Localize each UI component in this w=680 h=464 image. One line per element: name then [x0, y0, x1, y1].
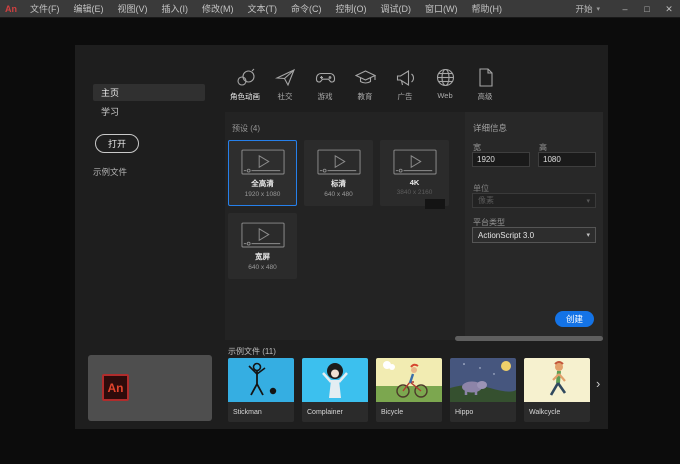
hippo-thumbnail — [450, 358, 516, 402]
animate-start-screen: An 文件(F) 编辑(E) 视图(V) 插入(I) 修改(M) 文本(T) 命… — [0, 0, 680, 464]
create-button[interactable]: 创建 — [554, 310, 594, 327]
cursor-shadow — [425, 199, 445, 209]
open-button[interactable]: 打开 — [95, 134, 139, 153]
caret-down-icon[interactable]: ▾ — [596, 5, 600, 13]
sample-card-hippo[interactable]: Hippo — [450, 358, 516, 422]
sidebar-item-home[interactable]: 主页 — [93, 84, 205, 101]
preset-dimensions: 640 x 480 — [248, 264, 277, 271]
tab-character-animation[interactable]: 角色动画 — [225, 67, 265, 120]
sidebar-sample-files-link[interactable]: 示例文件 — [93, 166, 127, 178]
tab-label: 角色动画 — [230, 92, 260, 101]
preset-card-4k[interactable]: 4K 3840 x 2160 — [380, 140, 449, 209]
tab-games[interactable]: 游戏 — [305, 67, 345, 115]
globe-icon — [436, 68, 454, 87]
video-preset-icon — [392, 149, 437, 175]
tab-label: 游戏 — [317, 92, 333, 101]
sample-card-complainer[interactable]: Complainer — [302, 358, 368, 422]
presets-section: 预设 (4) 全高清 1920 x 1080 标清 640 x 480 4K 3… — [225, 112, 465, 340]
tab-advertising[interactable]: 广告 — [385, 67, 425, 115]
menu-window[interactable]: 窗口(W) — [418, 0, 465, 18]
maximize-button[interactable]: □ — [636, 0, 658, 18]
tab-label: 高级 — [477, 92, 493, 101]
stickman-thumbnail — [228, 358, 294, 402]
preset-name: 全高清 — [251, 179, 274, 188]
sample-name: Complainer — [307, 408, 343, 416]
preset-grid: 全高清 1920 x 1080 标清 640 x 480 4K 3840 x 2… — [228, 140, 449, 279]
category-tabs: 角色动画 社交 游戏 教育 广告 Web 高级 — [225, 67, 505, 120]
preset-card-sd[interactable]: 标清 640 x 480 — [304, 140, 373, 206]
details-panel: 详细信息 宽 高 单位 像素 ▾ 平台类型 ActionScript 3.0 ▾… — [465, 112, 603, 340]
sample-name: Stickman — [233, 408, 262, 416]
menubar: An 文件(F) 编辑(E) 视图(V) 插入(I) 修改(M) 文本(T) 命… — [0, 0, 680, 18]
tab-education[interactable]: 教育 — [345, 67, 385, 115]
presets-header: 预设 (4) — [232, 124, 260, 133]
caret-down-icon: ▾ — [586, 197, 590, 205]
units-value: 像素 — [478, 196, 494, 205]
sidebar-item-learn[interactable]: 学习 — [101, 105, 119, 118]
preset-name: 标清 — [331, 179, 346, 188]
sample-name: Bicycle — [381, 408, 404, 416]
menu-modify[interactable]: 修改(M) — [195, 0, 241, 18]
workspace-switcher[interactable]: 开始 — [575, 3, 592, 15]
tab-label: 教育 — [357, 92, 373, 101]
home-panel: 主页 学习 打开 示例文件 角色动画 社交 游戏 教育 广告 Web 高级 预设… — [75, 45, 608, 429]
menu-debug[interactable]: 调试(D) — [374, 0, 419, 18]
preset-card-fullhd[interactable]: 全高清 1920 x 1080 — [228, 140, 297, 206]
preset-name: 4K — [409, 178, 420, 187]
preset-dimensions: 640 x 480 — [324, 191, 353, 198]
menu-insert[interactable]: 插入(I) — [155, 0, 196, 18]
close-button[interactable]: ✕ — [658, 0, 680, 18]
bicycle-thumbnail — [376, 358, 442, 402]
width-input[interactable] — [472, 152, 530, 167]
menu-view[interactable]: 视图(V) — [111, 0, 155, 18]
sample-name: Walkcycle — [529, 408, 561, 416]
game-controller-icon — [315, 72, 335, 83]
preset-name: 宽屏 — [255, 252, 270, 261]
chevron-right-icon[interactable]: › — [596, 376, 600, 391]
horizontal-scrollbar[interactable] — [455, 336, 603, 341]
preset-card-widescreen[interactable]: 宽屏 640 x 480 — [228, 213, 297, 279]
sample-name: Hippo — [455, 408, 474, 416]
units-dropdown[interactable]: 像素 ▾ — [472, 193, 596, 208]
sample-files-row: Stickman Complainer Bicycle Hippo Walkcy… — [228, 358, 590, 422]
platform-dropdown[interactable]: ActionScript 3.0 ▾ — [472, 227, 596, 243]
video-preset-icon — [240, 222, 285, 248]
sample-card-bicycle[interactable]: Bicycle — [376, 358, 442, 422]
sample-card-walkcycle[interactable]: Walkcycle — [524, 358, 590, 422]
animate-logo-card: An — [88, 355, 212, 421]
menu-edit[interactable]: 编辑(E) — [67, 0, 111, 18]
animate-logo: An — [102, 374, 129, 401]
animate-app-icon: An — [5, 3, 17, 14]
height-input[interactable] — [538, 152, 596, 167]
menu-control[interactable]: 控制(O) — [329, 0, 374, 18]
tab-label: 广告 — [397, 92, 413, 101]
tab-label: 社交 — [277, 92, 293, 101]
menu-file[interactable]: 文件(F) — [23, 0, 67, 18]
platform-value: ActionScript 3.0 — [478, 230, 535, 240]
paper-plane-icon — [274, 68, 295, 87]
tab-label: Web — [437, 91, 453, 100]
caret-down-icon: ▾ — [586, 232, 590, 239]
complainer-thumbnail — [302, 358, 368, 402]
tab-advanced[interactable]: 高级 — [465, 67, 505, 115]
tab-social[interactable]: 社交 — [265, 67, 305, 115]
menu-help[interactable]: 帮助(H) — [465, 0, 510, 18]
video-preset-icon — [316, 149, 361, 175]
sample-card-stickman[interactable]: Stickman — [228, 358, 294, 422]
document-icon — [478, 68, 493, 87]
preset-dimensions: 3840 x 2160 — [396, 189, 433, 196]
character-icon — [236, 68, 255, 86]
sample-files-header: 示例文件 (11) — [228, 347, 276, 356]
tab-web[interactable]: Web — [425, 67, 465, 115]
megaphone-icon — [396, 70, 414, 86]
menubar-right: 开始 ▾ – □ ✕ — [575, 0, 680, 18]
preset-dimensions: 1920 x 1080 — [244, 191, 281, 198]
walkcycle-thumbnail — [524, 358, 590, 402]
details-header: 详细信息 — [473, 123, 508, 133]
menu-text[interactable]: 文本(T) — [241, 0, 285, 18]
video-preset-icon — [240, 149, 285, 175]
minimize-button[interactable]: – — [614, 0, 636, 18]
graduation-cap-icon — [354, 70, 376, 84]
menu-commands[interactable]: 命令(C) — [284, 0, 329, 18]
